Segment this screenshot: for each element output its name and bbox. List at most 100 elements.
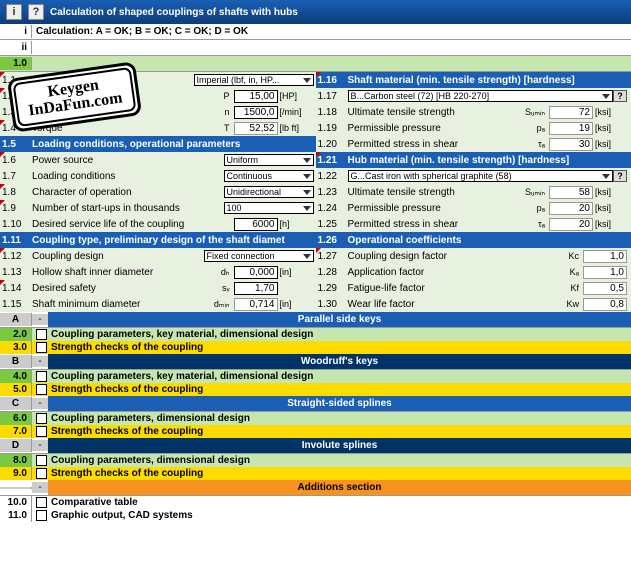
checkbox-9-0[interactable] [36,468,47,479]
checkbox-3-0[interactable] [36,342,47,353]
row-5-0-label: Strength checks of the coupling [51,383,631,396]
chevron-down-icon [303,174,311,179]
coupling-design-select[interactable]: Fixed connection [204,250,314,262]
perm-pressure-hub-label: Permissible pressure [348,203,516,214]
chevron-down-icon [602,94,610,99]
section-b-header: B-Woodruff's keys [0,354,631,370]
section-a-header: A-Parallel side keys [0,312,631,328]
row-10-0-label: Comparative table [51,496,631,509]
shaft-min-dia-output: 0,714 [234,298,278,311]
units-select[interactable]: Imperial (lbf, in, HP... [194,74,314,86]
help-button[interactable]: ? [613,170,627,182]
checkbox-2-0[interactable] [36,329,47,340]
fatigue-life-factor-label: Fatigue-life factor [348,283,550,294]
character-op-label: Character of operation [32,187,224,198]
help-button[interactable]: ? [613,90,627,102]
checkbox-11-0[interactable] [36,510,47,521]
row-i-label: i [0,25,32,38]
row-2-0-label: Coupling parameters, key material, dimen… [51,328,631,341]
checkbox-8-0[interactable] [36,455,47,466]
main-parameters: 1.1 Imperial (lbf, in, HP... 1.2Transfer… [0,72,631,312]
perm-pressure-shaft-label: Permissible pressure [348,123,516,134]
shaft-speed-input[interactable]: 1500,0 [234,106,278,119]
kw-output: 0,8 [583,298,627,311]
title-bar: i ? Calculation of shaped couplings of s… [0,0,631,24]
checkbox-6-0[interactable] [36,413,47,424]
coupling-design-factor-label: Coupling design factor [348,251,550,262]
chevron-down-icon [602,174,610,179]
perm-shear-shaft-output: 30 [549,138,593,151]
row-8-0-label: Coupling parameters, dimensional design [51,454,631,467]
desired-safety-input[interactable]: 1,70 [234,282,278,295]
additions-header: -Additions section [0,480,631,496]
kf-output: 0,5 [583,282,627,295]
shaft-material-header: Shaft material (min. tensile strength) [… [348,75,630,86]
checkbox-7-0[interactable] [36,426,47,437]
desired-safety-label: Desired safety [32,283,200,294]
row-1-0: 1.0 [0,56,631,72]
hub-material-header: Hub material (min. tensile strength) [ha… [348,155,630,166]
application-factor-label: Application factor [348,267,550,278]
hub-material-select[interactable]: G...Cast iron with spherical graphite (5… [348,170,614,182]
startups-select[interactable]: 100 [224,202,314,214]
chevron-down-icon [303,190,311,195]
startups-label: Number of start-ups in thousands [32,203,224,214]
coupling-design-label: Coupling design [32,251,204,262]
checkbox-4-0[interactable] [36,371,47,382]
transferred-power-label: Transferred power [32,91,200,102]
row-3-0-label: Strength checks of the coupling [51,341,631,354]
row-i: i Calculation: A = OK; B = OK; C = OK; D… [0,24,631,40]
section-c-header: C-Straight-sided splines [0,396,631,412]
coupling-type-header: Coupling type, preliminary design of the… [32,235,314,246]
wear-life-factor-label: Wear life factor [348,299,550,310]
row-1-0-text [32,63,631,65]
power-source-label: Power source [32,155,224,166]
row-1-0-num: 1.0 [0,57,32,70]
loading-cond-select[interactable]: Continuous [224,170,314,182]
perm-shear-hub-output: 20 [549,218,593,231]
torque-label: Torque [32,123,200,134]
uts-hub-output: 58 [549,186,593,199]
hollow-shaft-input[interactable]: 0,000 [234,266,278,279]
section-d-header: D-Involute splines [0,438,631,454]
row-9-0-label: Strength checks of the coupling [51,467,631,480]
row-11-0-label: Graphic output, CAD systems [51,509,631,522]
uts-shaft-label: Ultimate tensile strength [348,107,516,118]
perm-pressure-hub-output: 20 [549,202,593,215]
perm-pressure-shaft-output: 19 [549,122,593,135]
chevron-down-icon [303,206,311,211]
shaft-min-dia-label: Shaft minimum diameter [32,299,200,310]
checkbox-5-0[interactable] [36,384,47,395]
service-life-label: Desired service life of the coupling [32,219,230,230]
perm-shear-hub-label: Permitted stress in shear [348,219,516,230]
power-source-select[interactable]: Uniform [224,154,314,166]
row-i-text: Calculation: A = OK; B = OK; C = OK; D =… [32,25,631,38]
units-row: 1.1 Imperial (lbf, in, HP... [0,72,316,88]
row-4-0-label: Coupling parameters, key material, dimen… [51,370,631,383]
title-text: Calculation of shaped couplings of shaft… [50,7,298,18]
row-6-0-label: Coupling parameters, dimensional design [51,412,631,425]
character-op-select[interactable]: Unidirectional [224,186,314,198]
transferred-power-input[interactable]: 15,00 [234,90,278,103]
row-ii-text [32,47,631,49]
checkbox-10-0[interactable] [36,497,47,508]
chevron-down-icon [303,254,311,259]
uts-shaft-output: 72 [549,106,593,119]
row-ii-label: ii [0,41,32,54]
help-icon[interactable]: ? [28,4,44,20]
row-7-0-label: Strength checks of the coupling [51,425,631,438]
service-life-input[interactable]: 6000 [234,218,278,231]
shaft-speed-label: Shaft speed [32,107,200,118]
info-icon[interactable]: i [6,4,22,20]
shaft-material-select[interactable]: B...Carbon steel (72) [HB 220-270] [348,90,614,102]
ka-output: 1,0 [583,266,627,279]
op-coeff-header: Operational coefficients [348,235,630,246]
chevron-down-icon [303,158,311,163]
torque-output: 52,52 [234,122,278,135]
uts-hub-label: Ultimate tensile strength [348,187,516,198]
kc-output: 1,0 [583,250,627,263]
row-ii: ii [0,40,631,56]
perm-shear-shaft-label: Permitted stress in shear [348,139,516,150]
hollow-shaft-label: Hollow shaft inner diameter [32,267,200,278]
loading-conditions-header: Loading conditions, operational paramete… [32,139,314,150]
